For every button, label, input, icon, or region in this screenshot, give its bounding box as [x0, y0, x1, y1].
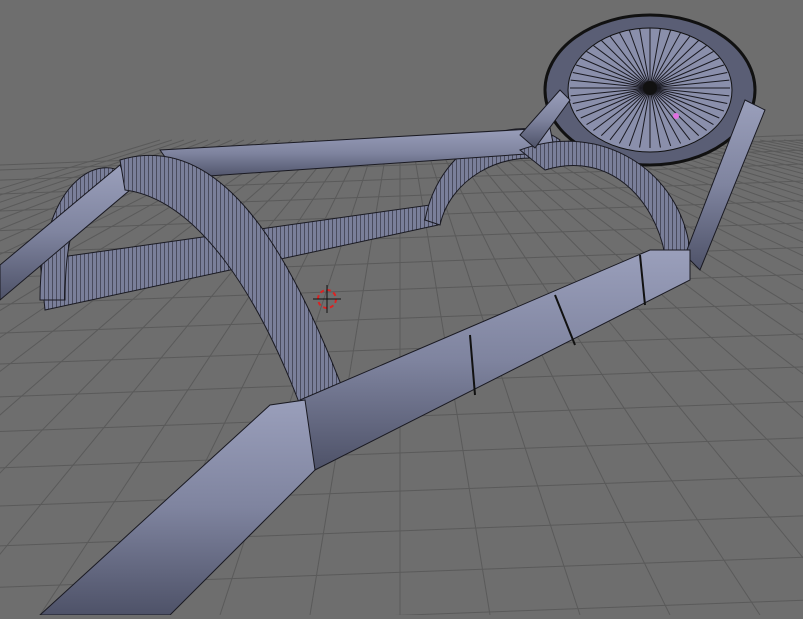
viewport-canvas[interactable] [0, 0, 803, 619]
selected-vertex [673, 113, 679, 119]
3d-viewport[interactable] [0, 0, 803, 619]
